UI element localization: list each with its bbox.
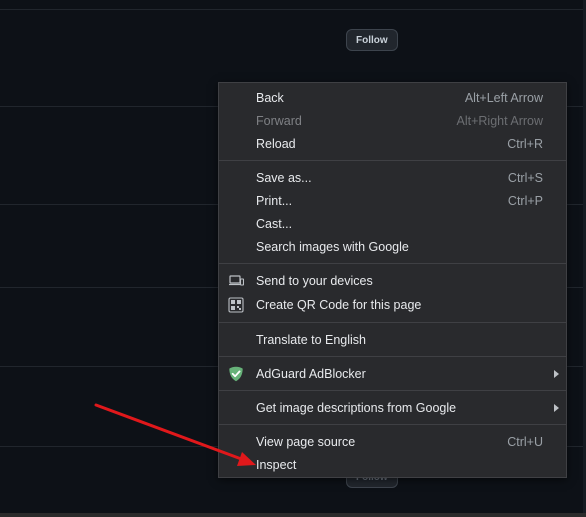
menu-item-label: Save as...	[256, 171, 312, 185]
menu-item-view-source[interactable]: View page source Ctrl+U	[219, 431, 566, 454]
page-background: Follow Follow Back Alt+Left Arrow Forwar…	[0, 0, 586, 517]
menu-item-shortcut: Ctrl+S	[507, 171, 543, 185]
menu-item-label: Reload	[256, 137, 296, 151]
menu-item-translate[interactable]: Translate to English	[219, 329, 566, 352]
menu-item-adguard[interactable]: AdGuard AdBlocker	[219, 363, 566, 386]
menu-item-label: AdGuard AdBlocker	[256, 367, 366, 381]
menu-item-label: Get image descriptions from Google	[256, 401, 457, 415]
menu-item-label: Forward	[256, 114, 302, 128]
menu-item-back[interactable]: Back Alt+Left Arrow	[219, 87, 566, 110]
menu-item-shortcut: Alt+Left Arrow	[464, 91, 543, 105]
menu-separator	[219, 390, 566, 391]
menu-item-label: Print...	[256, 194, 293, 208]
menu-item-shortcut: Ctrl+R	[507, 137, 543, 151]
menu-item-label: Back	[256, 91, 284, 105]
window-bottom-edge	[0, 513, 586, 517]
menu-separator	[219, 424, 566, 425]
submenu-arrow-icon	[554, 370, 559, 378]
menu-item-cast[interactable]: Cast...	[219, 213, 566, 236]
menu-item-forward[interactable]: Forward Alt+Right Arrow	[219, 110, 566, 133]
devices-icon	[229, 275, 244, 286]
menu-separator	[219, 356, 566, 357]
menu-item-create-qr[interactable]: Create QR Code for this page	[219, 294, 566, 317]
menu-item-label: Translate to English	[256, 333, 367, 347]
adguard-shield-icon	[229, 366, 243, 382]
menu-item-label: View page source	[256, 435, 356, 449]
menu-item-label: Search images with Google	[256, 240, 409, 254]
menu-separator	[219, 160, 566, 161]
menu-item-label: Create QR Code for this page	[256, 298, 422, 312]
menu-item-shortcut: Ctrl+P	[507, 194, 543, 208]
menu-item-inspect[interactable]: Inspect	[219, 454, 566, 477]
menu-item-shortcut: Alt+Right Arrow	[456, 114, 544, 128]
menu-item-save-as[interactable]: Save as... Ctrl+S	[219, 167, 566, 190]
menu-item-reload[interactable]: Reload Ctrl+R	[219, 133, 566, 156]
menu-separator	[219, 263, 566, 264]
menu-item-label: Inspect	[256, 458, 297, 472]
menu-item-shortcut: Ctrl+U	[507, 435, 543, 449]
menu-item-label: Cast...	[256, 217, 293, 231]
menu-item-print[interactable]: Print... Ctrl+P	[219, 190, 566, 213]
qr-code-icon	[228, 297, 244, 313]
menu-item-send-to-devices[interactable]: Send to your devices	[219, 270, 566, 293]
follow-button[interactable]: Follow	[346, 29, 398, 51]
submenu-arrow-icon	[554, 404, 559, 412]
menu-item-image-descriptions[interactable]: Get image descriptions from Google	[219, 397, 566, 420]
browser-context-menu: Back Alt+Left Arrow Forward Alt+Right Ar…	[218, 82, 567, 478]
menu-separator	[219, 322, 566, 323]
menu-item-label: Send to your devices	[256, 274, 373, 288]
feed-divider	[0, 9, 583, 10]
menu-item-search-images[interactable]: Search images with Google	[219, 236, 566, 259]
